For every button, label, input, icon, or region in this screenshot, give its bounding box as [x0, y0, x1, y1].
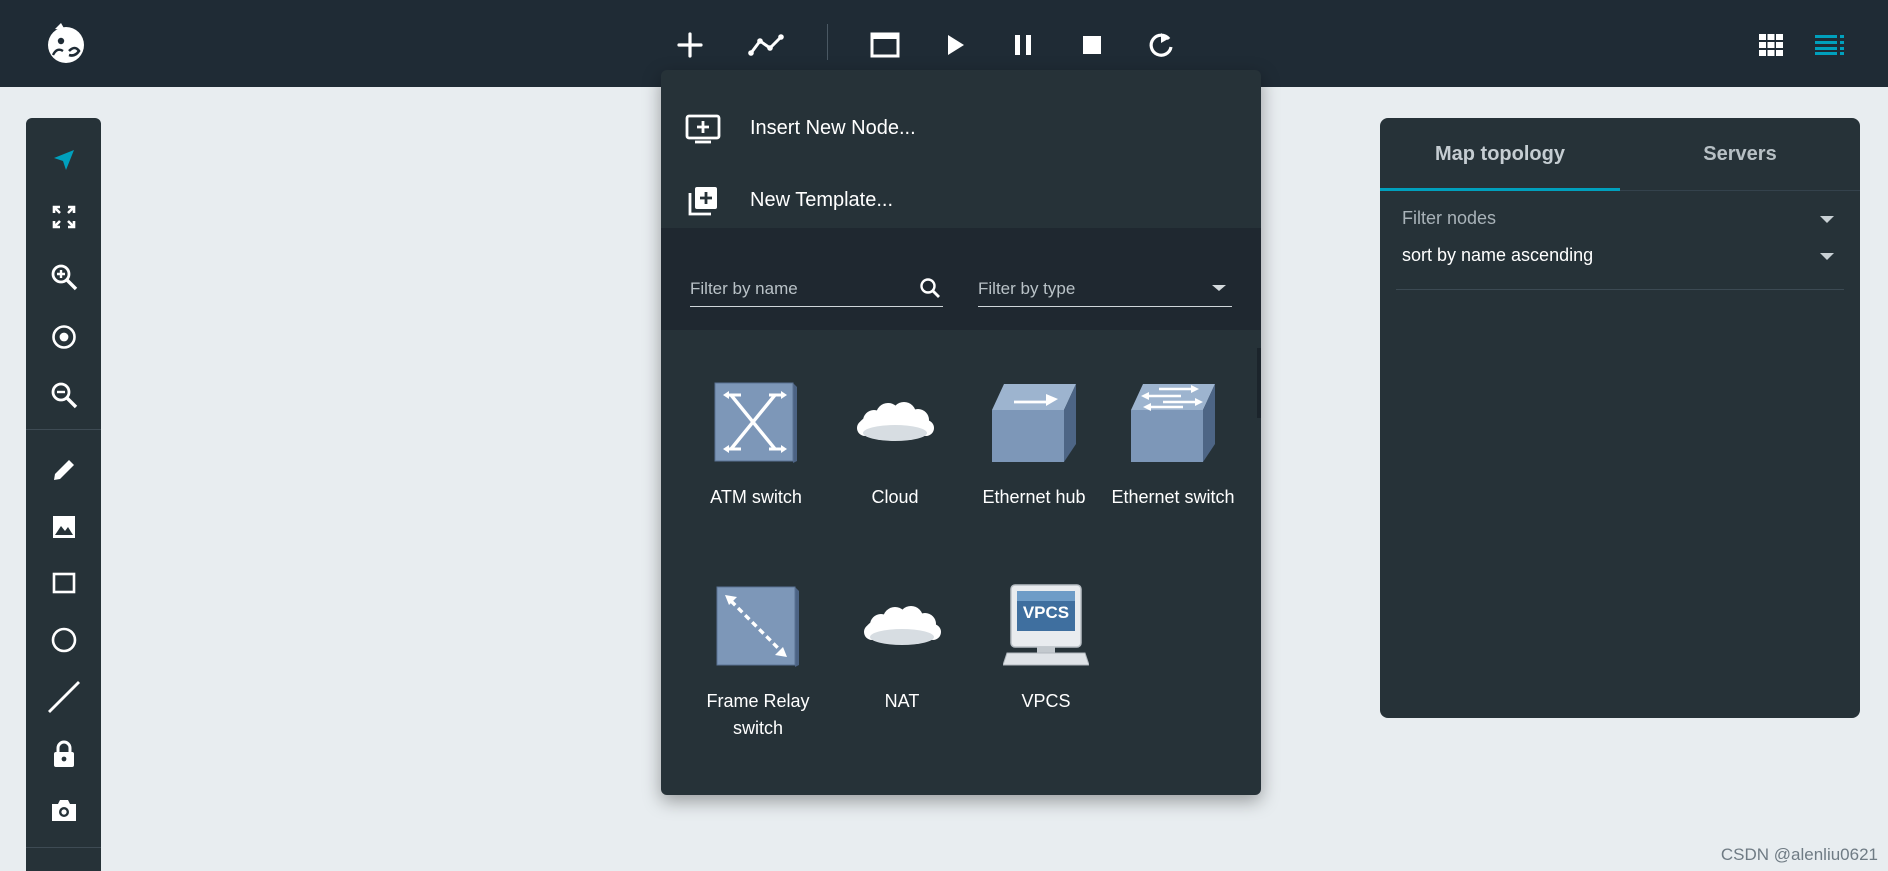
list-view-icon[interactable]: [1810, 25, 1850, 65]
node-template-frame-relay-switch[interactable]: Frame Relay switch: [692, 582, 824, 762]
rail-divider: [26, 847, 101, 848]
active-tab-indicator: [1380, 188, 1620, 191]
node-filter-bar: Filter by name Filter by type: [661, 228, 1261, 330]
line-icon[interactable]: [26, 675, 101, 719]
nat-cloud-icon: [858, 582, 946, 670]
add-node-menu: Insert New Node... New Template... Filte…: [661, 70, 1261, 795]
zoom-in-icon[interactable]: [26, 255, 101, 299]
tab-label: Servers: [1703, 142, 1777, 165]
node-label: VPCS: [1021, 691, 1071, 711]
link-line-icon[interactable]: [746, 25, 786, 65]
node-template-atm-switch[interactable]: ATM switch: [690, 378, 822, 558]
fit-screen-icon[interactable]: [26, 195, 101, 239]
drawing-tool-rail: [26, 118, 101, 871]
node-label: Cloud: [871, 487, 919, 507]
filter-nodes-label: Filter nodes: [1402, 208, 1497, 228]
chameleon-logo-icon[interactable]: [44, 20, 88, 66]
zoom-out-icon[interactable]: [26, 373, 101, 417]
sort-order-value: sort by name ascending: [1402, 245, 1594, 265]
atm-switch-icon: [712, 378, 800, 466]
filter-nodes-select[interactable]: Filter nodes: [1402, 204, 1838, 234]
new-template-item[interactable]: New Template...: [661, 171, 1261, 231]
node-template-ethernet-switch[interactable]: Ethernet switch: [1107, 378, 1239, 558]
new-template-label: New Template...: [750, 189, 894, 211]
chevron-down-icon: [1820, 253, 1834, 260]
filter-by-name-placeholder: Filter by name: [690, 279, 798, 298]
node-label: NAT: [884, 691, 920, 711]
tab-label: Map topology: [1435, 142, 1565, 165]
sort-order-select[interactable]: sort by name ascending: [1402, 241, 1838, 271]
search-icon: [917, 275, 943, 301]
image-icon[interactable]: [26, 505, 101, 549]
cloud-icon: [851, 378, 939, 466]
stop-icon[interactable]: [1072, 25, 1112, 65]
panel-divider: [1396, 289, 1844, 290]
center-target-icon[interactable]: [26, 315, 101, 359]
filter-by-name-input[interactable]: Filter by name: [690, 273, 943, 307]
add-to-queue-icon: [685, 113, 721, 145]
vpcs-screen-text: VPCS: [1023, 603, 1069, 622]
rectangle-icon[interactable]: [26, 561, 101, 605]
insert-new-node-label: Insert New Node...: [750, 117, 916, 139]
library-add-icon: [685, 185, 721, 217]
insert-new-node-item[interactable]: Insert New Node...: [661, 99, 1261, 159]
pause-icon[interactable]: [1003, 25, 1043, 65]
node-template-ethernet-hub[interactable]: Ethernet hub: [968, 378, 1100, 558]
circle-icon[interactable]: [26, 618, 101, 662]
chevron-down-icon: [1206, 275, 1232, 301]
pencil-icon[interactable]: [26, 448, 101, 492]
watermark-text: CSDN @alenliu0621: [1720, 845, 1878, 864]
filter-by-type-select[interactable]: Filter by type: [978, 273, 1232, 307]
frame-relay-switch-icon: [714, 582, 802, 670]
tab-servers[interactable]: Servers: [1620, 118, 1860, 190]
lock-icon[interactable]: [26, 732, 101, 776]
ethernet-hub-icon: [990, 378, 1078, 466]
node-template-nat[interactable]: NAT: [836, 582, 968, 762]
node-template-vpcs[interactable]: VPCS VPCS: [980, 582, 1112, 762]
node-label: ATM switch: [710, 487, 802, 507]
grid-view-icon[interactable]: [1751, 25, 1791, 65]
vpcs-computer-icon: VPCS: [1002, 582, 1090, 670]
rail-divider: [26, 429, 101, 430]
node-label: Frame Relay switch: [706, 691, 810, 738]
filter-by-type-placeholder: Filter by type: [978, 279, 1076, 298]
chevron-down-icon: [1820, 216, 1834, 223]
tab-map-topology[interactable]: Map topology: [1380, 118, 1620, 190]
plus-icon[interactable]: [670, 25, 710, 65]
select-arrow-icon[interactable]: [26, 138, 101, 182]
node-template-cloud[interactable]: Cloud: [829, 378, 961, 558]
node-label: Ethernet switch: [1111, 487, 1235, 507]
topology-side-panel: Map topology Servers Filter nodes sort b…: [1380, 118, 1860, 718]
play-icon[interactable]: [935, 25, 975, 65]
ethernet-switch-icon: [1129, 378, 1217, 466]
camera-icon[interactable]: [26, 788, 101, 832]
menu-scrollbar[interactable]: [1257, 348, 1261, 418]
toolbar-separator: [827, 24, 828, 60]
reload-icon[interactable]: [1141, 25, 1181, 65]
console-window-icon[interactable]: [865, 25, 905, 65]
node-label: Ethernet hub: [982, 487, 1086, 507]
